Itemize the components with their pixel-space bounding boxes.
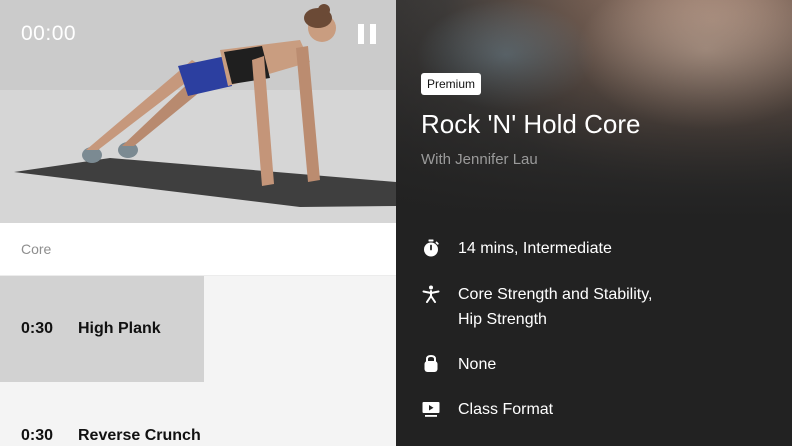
class-title: Rock 'N' Hold Core (421, 109, 641, 139)
exercise-duration: 0:30 (21, 427, 54, 444)
pause-icon-bar (370, 24, 376, 44)
exercise-video[interactable]: 00:00 (0, 0, 396, 223)
pause-button[interactable] (358, 24, 376, 44)
exercise-row[interactable]: 0:30 Reverse Crunch (0, 382, 396, 446)
section-label: Core (21, 241, 52, 257)
person-stretch-icon (422, 285, 440, 303)
exercise-row[interactable]: 0:30 High Plank (0, 276, 396, 382)
detail-text: Core Strength and Stability, (458, 286, 653, 303)
kettlebell-icon (424, 355, 438, 372)
premium-badge: Premium (421, 73, 482, 95)
detail-text: Class Format (458, 401, 554, 418)
exercise-name: High Plank (78, 320, 161, 337)
instructor-name: With Jennifer Lau (421, 151, 538, 168)
exercise-duration: 0:30 (21, 320, 54, 337)
stopwatch-icon (424, 239, 439, 257)
class-info-panel: Premium Rock 'N' Hold Core With Jennifer… (396, 0, 792, 446)
detail-text: None (458, 356, 497, 373)
detail-text: 14 mins, Intermediate (458, 240, 612, 257)
video-format-icon (422, 402, 440, 417)
exercise-name: Reverse Crunch (78, 427, 201, 444)
detail-text: Hip Strength (458, 311, 547, 328)
pause-icon (358, 24, 364, 44)
workout-player-panel: 00:00 Core 0:30 High Plank 0:30 Reverse … (0, 0, 396, 446)
video-timer: 00:00 (21, 22, 77, 45)
